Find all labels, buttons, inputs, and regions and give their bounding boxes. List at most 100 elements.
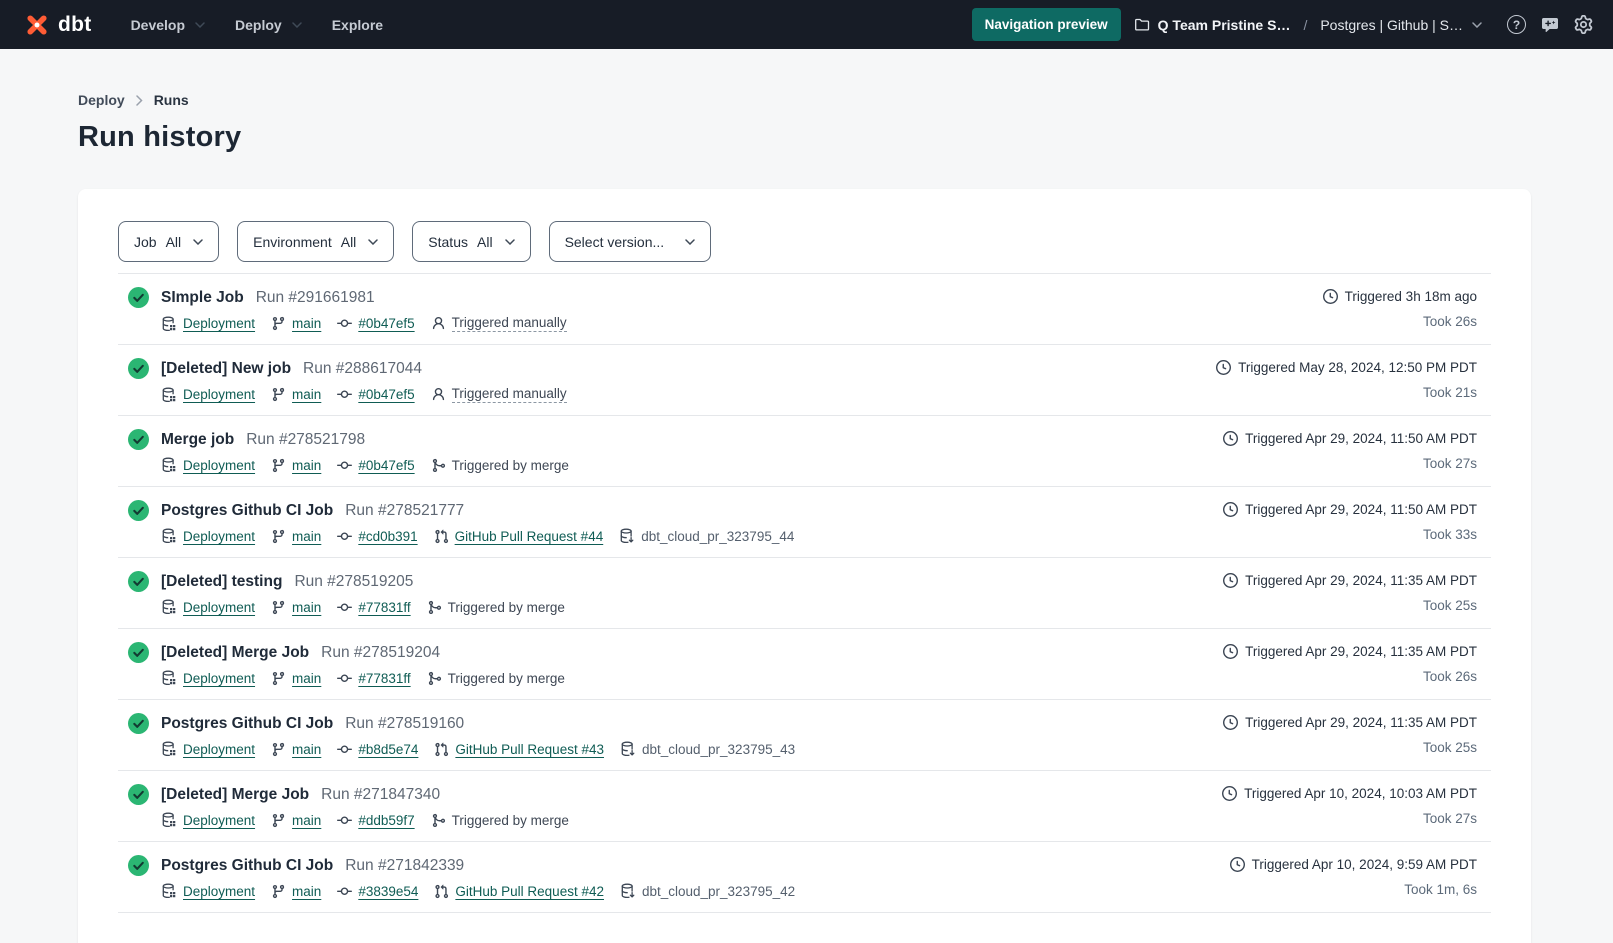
nav-item-develop[interactable]: Develop xyxy=(116,0,220,49)
commit-link[interactable]: #77831ff xyxy=(358,600,410,615)
breadcrumb-deploy[interactable]: Deploy xyxy=(78,92,125,108)
branch-link[interactable]: main xyxy=(292,458,321,473)
filter-bar: JobAll EnvironmentAll StatusAll Select v… xyxy=(118,221,1491,262)
git-commit-icon xyxy=(337,458,352,473)
database-icon xyxy=(161,741,177,757)
commit-link[interactable]: #cd0b391 xyxy=(358,529,417,544)
run-row-right: Triggered 3h 18m ago Took 26s xyxy=(1323,287,1477,333)
branch-link[interactable]: main xyxy=(292,316,321,331)
environment-link[interactable]: Deployment xyxy=(183,671,255,686)
environment-link[interactable]: Deployment xyxy=(183,813,255,828)
run-duration: Took 1m, 6s xyxy=(1404,882,1477,897)
dbt-logo-icon xyxy=(24,12,50,38)
commit-link[interactable]: #0b47ef5 xyxy=(358,387,414,402)
filter-status[interactable]: StatusAll xyxy=(412,221,530,262)
nav-item-deploy[interactable]: Deploy xyxy=(220,0,317,49)
feedback-icon[interactable] xyxy=(1541,16,1559,34)
commit-link[interactable]: #ddb59f7 xyxy=(358,813,414,828)
run-row[interactable]: SImple Job Run #291661981 Deployment xyxy=(118,274,1491,344)
trigger-label: Triggered manually xyxy=(452,386,567,403)
job-name: Postgres Github CI Job xyxy=(161,713,333,734)
run-duration: Took 26s xyxy=(1423,669,1477,684)
environment-link[interactable]: Deployment xyxy=(183,600,255,615)
pull-request-meta: GitHub Pull Request #44 xyxy=(434,529,604,544)
run-row[interactable]: Postgres Github CI Job Run #271842339 De… xyxy=(118,842,1491,912)
run-row-right: Triggered May 28, 2024, 12:50 PM PDT Too… xyxy=(1216,358,1477,404)
run-row[interactable]: Postgres Github CI Job Run #278519160 De… xyxy=(118,700,1491,770)
clock-icon xyxy=(1223,715,1238,730)
chevron-down-icon xyxy=(368,239,378,245)
run-number: Run #288617044 xyxy=(303,358,422,379)
commit-link[interactable]: #0b47ef5 xyxy=(358,458,414,473)
pull-request-link[interactable]: GitHub Pull Request #44 xyxy=(455,529,604,544)
nav-item-explore[interactable]: Explore xyxy=(317,0,398,49)
run-meta: Deployment main #0b47ef5 xyxy=(161,386,567,403)
branch-link[interactable]: main xyxy=(292,529,321,544)
person-icon xyxy=(431,316,446,331)
git-commit-icon xyxy=(337,813,352,828)
clock-icon xyxy=(1323,289,1338,304)
run-row[interactable]: [Deleted] New job Run #288617044 Deploym… xyxy=(118,345,1491,415)
chevron-down-icon xyxy=(195,22,205,28)
run-duration: Took 25s xyxy=(1423,740,1477,755)
run-row-main: Postgres Github CI Job Run #278519160 De… xyxy=(161,713,795,759)
environment-link[interactable]: Deployment xyxy=(183,316,255,331)
navigation-preview-button[interactable]: Navigation preview xyxy=(972,8,1121,41)
help-icon[interactable]: ? xyxy=(1507,15,1526,34)
pull-request-link[interactable]: GitHub Pull Request #43 xyxy=(455,742,604,757)
run-number: Run #291661981 xyxy=(256,287,375,308)
filter-version[interactable]: Select version... xyxy=(549,221,712,262)
run-row[interactable]: Postgres Github CI Job Run #278521777 De… xyxy=(118,487,1491,557)
commit-link[interactable]: #0b47ef5 xyxy=(358,316,414,331)
environment-link[interactable]: Deployment xyxy=(183,529,255,544)
environment-selector[interactable]: Postgres | Github | S… xyxy=(1320,17,1482,33)
branch-link[interactable]: main xyxy=(292,884,321,899)
filter-job[interactable]: JobAll xyxy=(118,221,219,262)
account-breadcrumb: Q Team Pristine S… / Postgres | Github |… xyxy=(1134,17,1482,33)
branch-meta: main xyxy=(271,529,321,544)
run-row[interactable]: [Deleted] Merge Job Run #278519204 Deplo… xyxy=(118,629,1491,699)
branch-link[interactable]: main xyxy=(292,671,321,686)
branch-link[interactable]: main xyxy=(292,742,321,757)
breadcrumb-runs[interactable]: Runs xyxy=(154,92,189,108)
commit-link[interactable]: #3839e54 xyxy=(358,884,418,899)
environment-meta: Deployment xyxy=(161,670,255,686)
clock-icon xyxy=(1223,644,1238,659)
schema-database-icon xyxy=(620,883,636,899)
job-name: [Deleted] New job xyxy=(161,358,291,379)
pull-request-meta: GitHub Pull Request #42 xyxy=(434,884,604,899)
commit-link[interactable]: #77831ff xyxy=(358,671,410,686)
environment-link[interactable]: Deployment xyxy=(183,387,255,402)
run-row[interactable]: [Deleted] Merge Job Run #271847340 Deplo… xyxy=(118,771,1491,841)
page-title: Run history xyxy=(78,121,1613,154)
triggered-time: Triggered 3h 18m ago xyxy=(1345,289,1477,304)
run-row[interactable]: Merge job Run #278521798 Deployment xyxy=(118,416,1491,486)
git-branch-icon xyxy=(271,884,286,899)
run-meta: Deployment main #b8d5e74 xyxy=(161,741,795,757)
environment-link[interactable]: Deployment xyxy=(183,884,255,899)
run-row-main: [Deleted] testing Run #278519205 Deploym… xyxy=(161,571,565,617)
run-duration: Took 27s xyxy=(1423,456,1477,471)
run-number: Run #278521777 xyxy=(345,500,464,521)
commit-link[interactable]: #b8d5e74 xyxy=(358,742,418,757)
run-row[interactable]: [Deleted] testing Run #278519205 Deploym… xyxy=(118,558,1491,628)
environment-link[interactable]: Deployment xyxy=(183,458,255,473)
environment-meta: Deployment xyxy=(161,528,255,544)
dbt-logo[interactable]: dbt xyxy=(24,12,92,38)
environment-link[interactable]: Deployment xyxy=(183,742,255,757)
pull-request-link[interactable]: GitHub Pull Request #42 xyxy=(455,884,604,899)
run-row-left: [Deleted] Merge Job Run #278519204 Deplo… xyxy=(128,642,565,688)
branch-link[interactable]: main xyxy=(292,387,321,402)
project-selector[interactable]: Q Team Pristine S… xyxy=(1134,17,1291,33)
run-meta: Deployment main #3839e54 xyxy=(161,883,795,899)
branch-meta: main xyxy=(271,671,321,686)
database-icon xyxy=(161,387,177,403)
branch-link[interactable]: main xyxy=(292,813,321,828)
run-success-icon xyxy=(128,713,149,759)
environment-meta: Deployment xyxy=(161,599,255,615)
settings-gear-icon[interactable] xyxy=(1574,15,1593,34)
schema-meta: dbt_cloud_pr_323795_43 xyxy=(620,741,795,757)
branch-link[interactable]: main xyxy=(292,600,321,615)
breadcrumb-slash: / xyxy=(1298,17,1312,33)
filter-environment[interactable]: EnvironmentAll xyxy=(237,221,394,262)
